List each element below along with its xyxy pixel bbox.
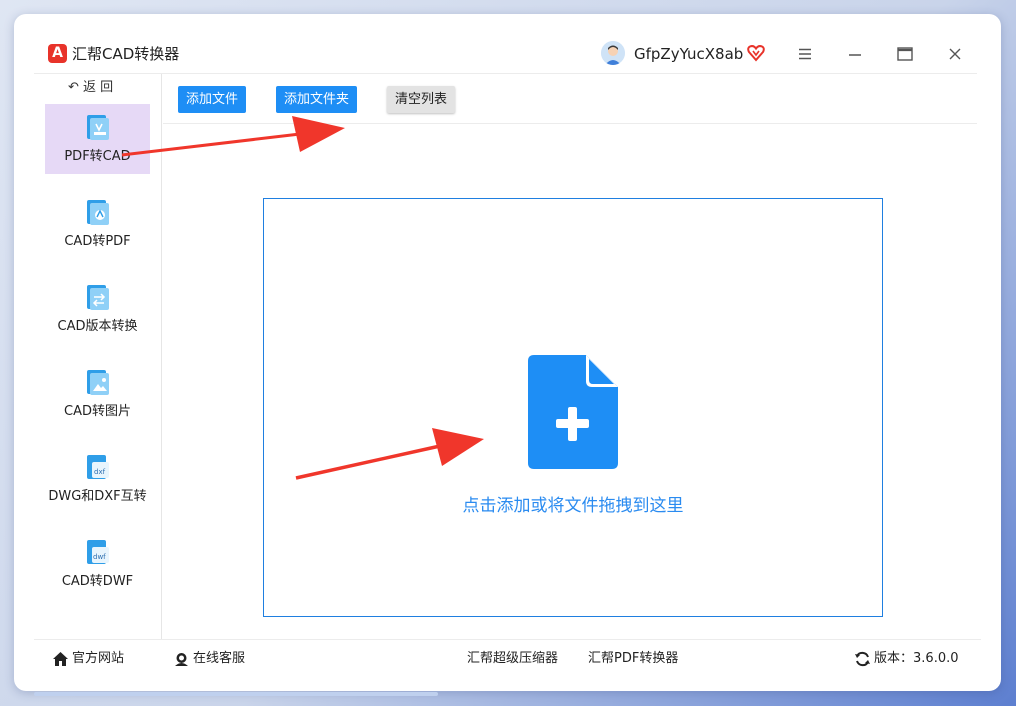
back-button[interactable]: ↶ 返 回 — [68, 80, 113, 96]
cad-to-image-icon — [87, 370, 109, 395]
svg-text:dwf: dwf — [93, 553, 106, 561]
cad-version-icon — [87, 285, 109, 310]
pdf-converter-link[interactable]: 汇帮PDF转换器 — [588, 650, 678, 668]
version-info: 版本： 3.6.0.0 — [854, 650, 959, 668]
title-bar: A 汇帮CAD转换器 GfpZyYucX8ab — [14, 14, 1001, 74]
file-dropzone[interactable]: 点击添加或将文件拖拽到这里 — [263, 198, 883, 617]
maximize-icon[interactable] — [893, 42, 917, 66]
back-arrow-icon: ↶ — [68, 80, 84, 95]
sidebar-item-label: CAD转图片 — [64, 404, 131, 419]
cad-to-pdf-icon — [87, 200, 109, 225]
support-link[interactable]: 在线客服 — [173, 650, 245, 668]
sidebar-item-cad-to-image[interactable]: CAD转图片 — [45, 359, 150, 429]
svg-text:dxf: dxf — [94, 468, 106, 476]
refresh-icon — [855, 651, 870, 667]
website-label: 官方网站 — [72, 651, 125, 666]
app-window: A 汇帮CAD转换器 GfpZyYucX8ab ↶ 返 回 PDF转CAD CA… — [14, 14, 1001, 691]
toolbar: 添加文件 添加文件夹 清空列表 — [163, 74, 977, 124]
sidebar-item-pdf-to-cad[interactable]: PDF转CAD — [45, 104, 150, 174]
username[interactable]: GfpZyYucX8ab — [634, 44, 743, 64]
sidebar-item-dwg-dxf[interactable]: dxf DWG和DXF互转 — [45, 444, 150, 514]
sidebar-item-label: CAD转PDF — [64, 234, 131, 249]
pdf-to-cad-icon — [87, 115, 109, 140]
add-file-button[interactable]: 添加文件 — [178, 86, 247, 113]
sidebar-item-cad-to-dwf[interactable]: dwf CAD转DWF — [45, 529, 150, 599]
app-logo-icon: A — [48, 44, 67, 63]
sidebar-item-label: DWG和DXF互转 — [48, 489, 147, 504]
vip-heart-icon[interactable] — [747, 44, 765, 62]
back-label: 返 回 — [83, 80, 114, 95]
sidebar-item-cad-to-pdf[interactable]: CAD转PDF — [45, 189, 150, 259]
minimize-icon[interactable] — [843, 42, 867, 66]
avatar[interactable] — [601, 41, 625, 65]
taskbar-scroll-indicator — [34, 692, 438, 696]
website-link[interactable]: 官方网站 — [52, 650, 124, 668]
sidebar-item-cad-version[interactable]: CAD版本转换 — [45, 274, 150, 344]
compressor-link[interactable]: 汇帮超级压缩器 — [467, 650, 558, 668]
home-icon — [53, 652, 68, 666]
support-label: 在线客服 — [193, 651, 246, 666]
app-title: 汇帮CAD转换器 — [72, 45, 180, 63]
sidebar-item-label: CAD转DWF — [61, 574, 134, 589]
pdf-converter-label: 汇帮PDF转换器 — [588, 651, 679, 666]
version-label: 版本： — [874, 651, 914, 666]
status-bar: 官方网站 在线客服 汇帮超级压缩器 汇帮PDF转换器 版本： 3.6.0.0 — [34, 639, 981, 677]
add-folder-button[interactable]: 添加文件夹 — [276, 86, 358, 113]
cad-to-dwf-icon: dwf — [87, 540, 109, 564]
main-content: 添加文件 添加文件夹 清空列表 点击添加或将文件拖拽到这里 — [163, 74, 977, 639]
compressor-label: 汇帮超级压缩器 — [467, 651, 559, 666]
add-file-icon — [528, 355, 618, 469]
sidebar-item-label: PDF转CAD — [64, 149, 131, 164]
clear-list-button[interactable]: 清空列表 — [387, 86, 456, 113]
menu-icon[interactable] — [793, 42, 817, 66]
dropzone-text: 点击添加或将文件拖拽到这里 — [462, 496, 684, 516]
dwg-dxf-icon: dxf — [87, 455, 109, 479]
sidebar: ↶ 返 回 PDF转CAD CAD转PDF CAD版本转换 CAD转图片 dxf… — [34, 74, 162, 639]
sidebar-item-label: CAD版本转换 — [57, 319, 138, 334]
headset-icon — [175, 653, 188, 666]
close-icon[interactable] — [943, 42, 967, 66]
version-value: 3.6.0.0 — [913, 651, 959, 666]
